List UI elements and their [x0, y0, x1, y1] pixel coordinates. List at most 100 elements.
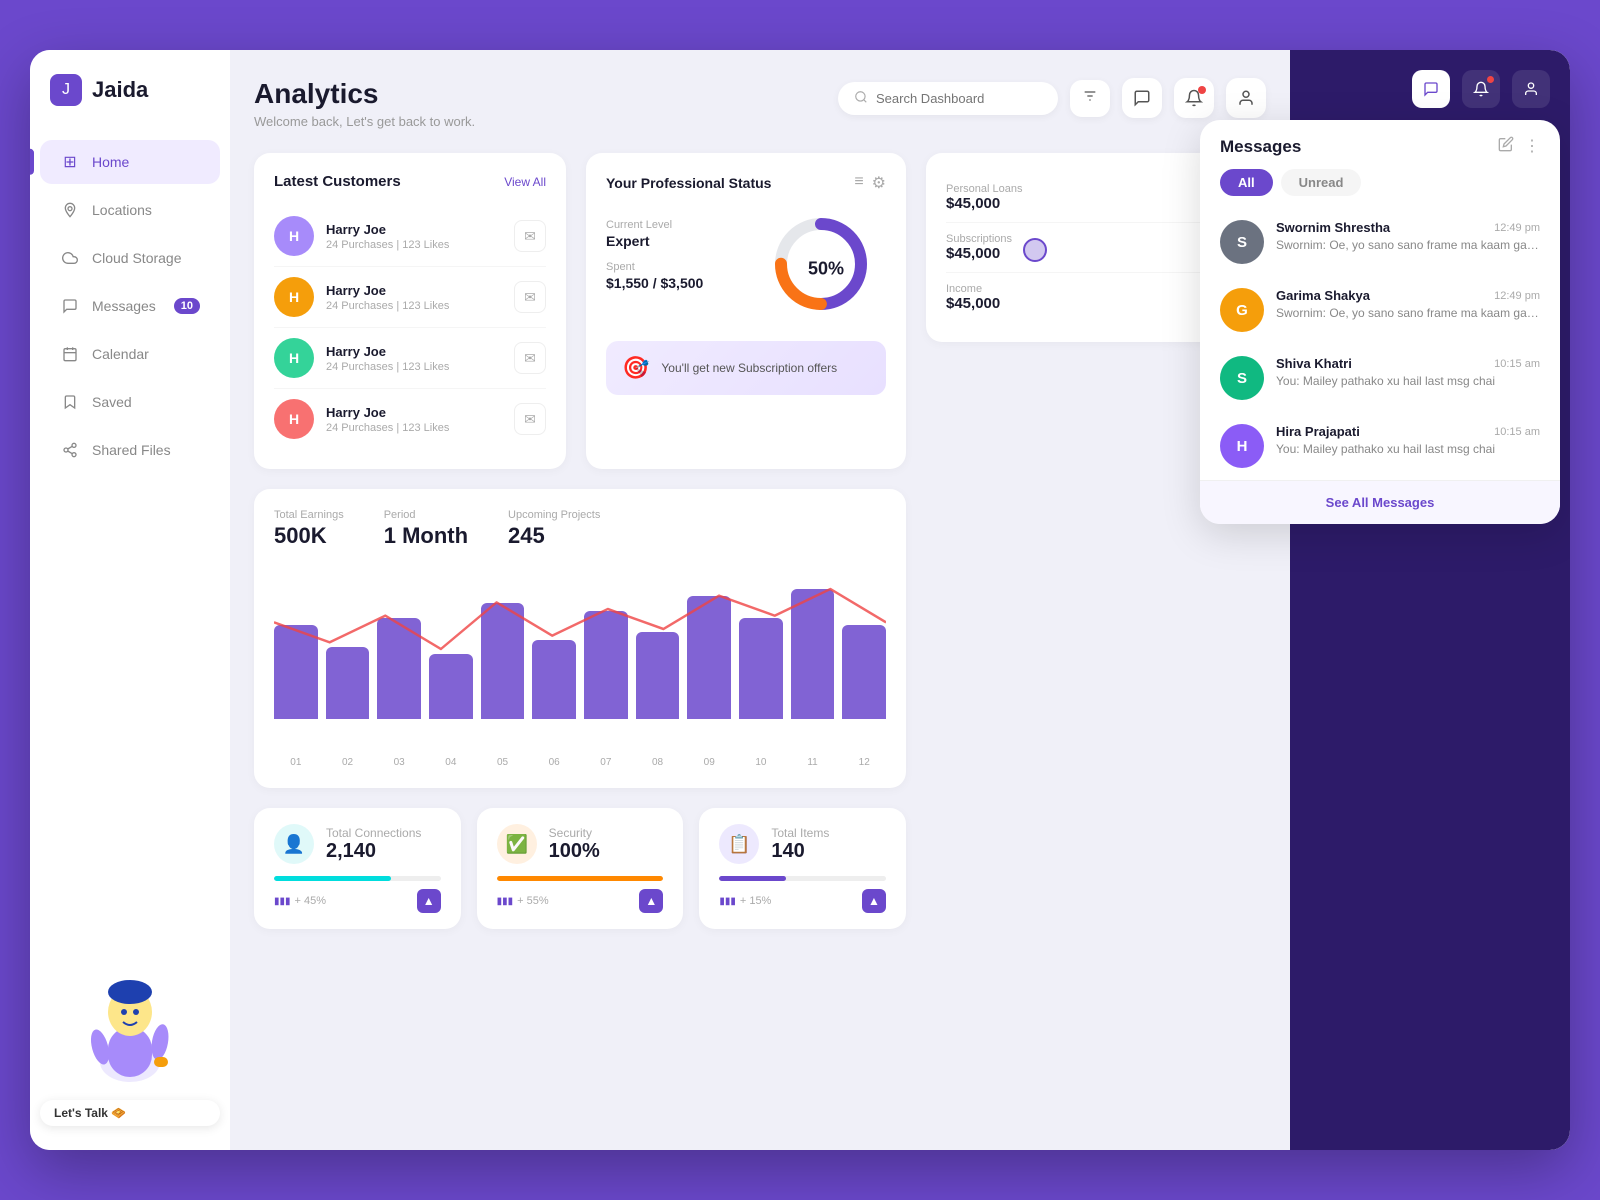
- sidebar-locations-label: Locations: [92, 202, 152, 218]
- sidebar-item-messages[interactable]: Messages 10: [40, 284, 220, 328]
- customer-item: H Harry Joe 24 Purchases | 123 Likes ✉: [274, 206, 546, 267]
- customer-name: Harry Joe: [326, 283, 502, 298]
- professional-status-card: Your Professional Status ≡ ⚙ Current Lev…: [586, 153, 906, 469]
- sidebar-item-calendar[interactable]: Calendar: [40, 332, 220, 376]
- notification-icon-btn[interactable]: [1174, 78, 1214, 118]
- mail-icon[interactable]: ✉: [514, 403, 546, 435]
- user-panel-icon[interactable]: [1512, 70, 1550, 108]
- menu-lines-icon[interactable]: ≡: [854, 173, 863, 193]
- sidebar: J Jaida ⊞ Home Locations Cloud Storage M…: [30, 50, 230, 1150]
- sidebar-messages-label: Messages: [92, 298, 156, 314]
- more-options-icon[interactable]: ⋮: [1524, 136, 1540, 157]
- chart-bar: [739, 618, 783, 719]
- lets-talk-badge[interactable]: Let's Talk 🧇: [40, 1100, 220, 1126]
- msg-time: 12:49 pm: [1494, 290, 1540, 302]
- character-illustration: [65, 932, 195, 1092]
- sidebar-item-home[interactable]: ⊞ Home: [40, 140, 220, 184]
- level-info: Current Level Expert Spent $1,550 / $3,5…: [606, 209, 756, 291]
- progress-bar: [274, 876, 441, 881]
- msg-content: Hira Prajapati 10:15 am You: Mailey path…: [1276, 424, 1540, 468]
- user-icon-btn[interactable]: [1226, 78, 1266, 118]
- msg-name: Shiva Khatri: [1276, 356, 1352, 371]
- message-item[interactable]: H Hira Prajapati 10:15 am You: Mailey pa…: [1200, 412, 1560, 480]
- chart-bar: [481, 603, 525, 719]
- page-title: Analytics: [254, 78, 475, 110]
- bar-chart: [274, 569, 886, 719]
- stat-value: 100%: [549, 840, 600, 863]
- chart-bar: [274, 625, 318, 719]
- msg-time: 10:15 am: [1494, 426, 1540, 438]
- message-item[interactable]: S Shiva Khatri 10:15 am You: Mailey path…: [1200, 344, 1560, 412]
- message-item[interactable]: S Swornim Shrestha 12:49 pm Swornim: Oe,…: [1200, 208, 1560, 276]
- progress-bar: [719, 876, 886, 881]
- mail-icon[interactable]: ✉: [514, 220, 546, 252]
- search-bar[interactable]: [838, 82, 1058, 115]
- messages-icon-btn[interactable]: [1122, 78, 1162, 118]
- period-label: Period: [384, 509, 468, 521]
- sidebar-item-shared-files[interactable]: Shared Files: [40, 428, 220, 472]
- msg-preview: Swornim: Oe, yo sano sano frame ma kaam …: [1276, 238, 1540, 252]
- popup-header-icons: ⋮: [1498, 136, 1540, 157]
- tab-all[interactable]: All: [1220, 169, 1273, 196]
- level-value: Expert: [606, 233, 756, 249]
- customer-sub: 24 Purchases | 123 Likes: [326, 239, 502, 251]
- messages-panel-icon[interactable]: [1412, 70, 1450, 108]
- projects-label: Upcoming Projects: [508, 509, 600, 521]
- notification-dot: [1198, 86, 1206, 94]
- chart-label: 01: [274, 757, 318, 768]
- chart-label: 07: [584, 757, 628, 768]
- period-value: 1 Month: [384, 523, 468, 549]
- home-icon: ⊞: [60, 152, 80, 172]
- stat-footer: ▮▮▮ + 55% ▲: [497, 889, 664, 913]
- settings-icon[interactable]: ⚙: [872, 173, 886, 193]
- bars-icon: ▮▮▮: [274, 896, 291, 907]
- stat-name: Security: [549, 826, 600, 840]
- prof-status-body: Current Level Expert Spent $1,550 / $3,5…: [606, 209, 886, 329]
- sidebar-item-cloud-storage[interactable]: Cloud Storage: [40, 236, 220, 280]
- customer-name: Harry Joe: [326, 344, 502, 359]
- finance-value: $45,000: [946, 245, 1012, 262]
- donut-chart: 50%: [766, 209, 886, 329]
- donut-percent: 50%: [808, 259, 844, 280]
- msg-time: 12:49 pm: [1494, 222, 1540, 234]
- chart-label: 06: [532, 757, 576, 768]
- finance-label: Subscriptions: [946, 233, 1012, 245]
- search-input[interactable]: [876, 91, 1042, 106]
- mail-icon[interactable]: ✉: [514, 342, 546, 374]
- stat-change: ▮▮▮ + 55%: [497, 895, 549, 907]
- header-title-block: Analytics Welcome back, Let's get back t…: [254, 78, 475, 129]
- msg-avatar: H: [1220, 424, 1264, 468]
- customer-sub: 24 Purchases | 123 Likes: [326, 422, 502, 434]
- chart-bar: [636, 632, 680, 719]
- chart-label: 08: [636, 757, 680, 768]
- subscription-text: You'll get new Subscription offers: [661, 361, 837, 375]
- sidebar-saved-label: Saved: [92, 394, 132, 410]
- prof-status-header: Your Professional Status ≡ ⚙: [606, 173, 886, 193]
- stat-value: 2,140: [326, 840, 421, 863]
- stat-card: 👤 Total Connections 2,140 ▮▮▮ + 45% ▲: [254, 808, 461, 929]
- filter-button[interactable]: [1070, 80, 1110, 117]
- total-earnings-label: Total Earnings: [274, 509, 344, 521]
- sidebar-item-saved[interactable]: Saved: [40, 380, 220, 424]
- notif-badge: [1487, 76, 1494, 83]
- see-all-messages-button[interactable]: See All Messages: [1200, 480, 1560, 524]
- customer-item: H Harry Joe 24 Purchases | 123 Likes ✉: [274, 267, 546, 328]
- chart-label: 05: [481, 757, 525, 768]
- msg-content: Garima Shakya 12:49 pm Swornim: Oe, yo s…: [1276, 288, 1540, 332]
- sidebar-item-locations[interactable]: Locations: [40, 188, 220, 232]
- main-content: Analytics Welcome back, Let's get back t…: [230, 50, 1290, 1150]
- tab-unread[interactable]: Unread: [1281, 169, 1362, 196]
- mail-icon[interactable]: ✉: [514, 281, 546, 313]
- view-all-link[interactable]: View All: [504, 175, 546, 189]
- chart-bar: [584, 611, 628, 719]
- chart-label: 12: [842, 757, 886, 768]
- message-item[interactable]: G Garima Shakya 12:49 pm Swornim: Oe, yo…: [1200, 276, 1560, 344]
- right-top-icons: [1310, 70, 1550, 108]
- total-earnings-value: 500K: [274, 523, 344, 549]
- chart-label: 09: [687, 757, 731, 768]
- notification-panel-icon[interactable]: [1462, 70, 1500, 108]
- tab-row: All Unread: [1200, 169, 1560, 208]
- stat-arrow-icon: ▲: [862, 889, 886, 913]
- chart-area: [274, 569, 886, 749]
- compose-icon[interactable]: [1498, 136, 1514, 157]
